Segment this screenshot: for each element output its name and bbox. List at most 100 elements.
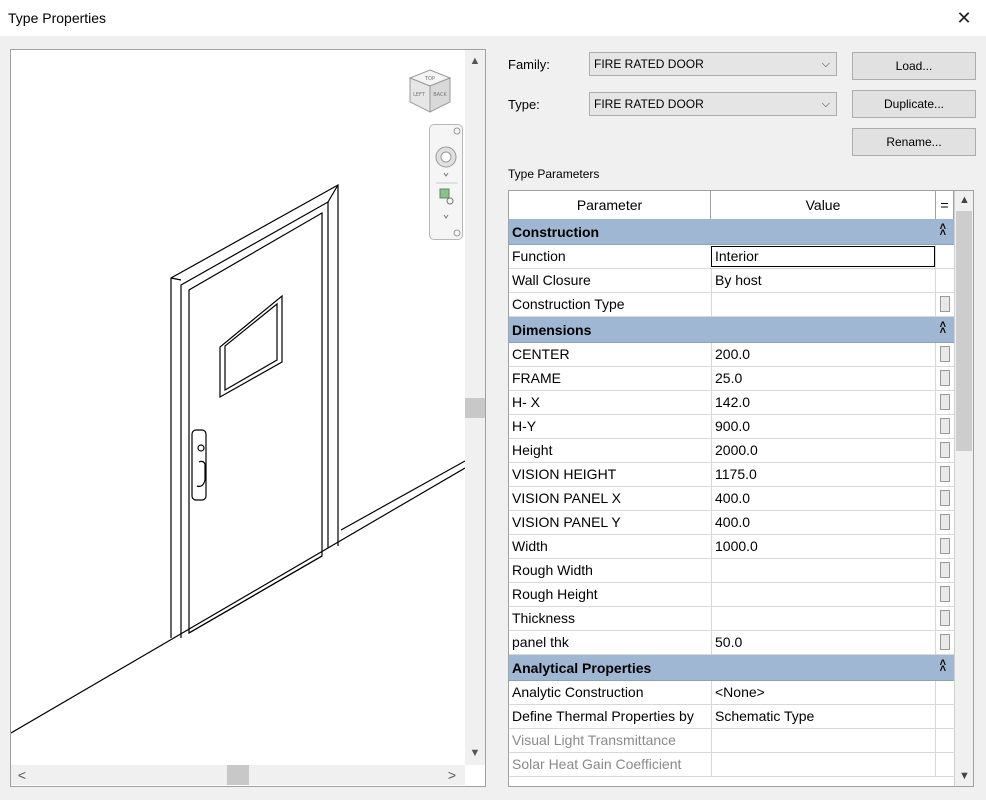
parameter-row[interactable]: Wall Closure By host <box>509 269 954 293</box>
formula-cell[interactable] <box>935 583 954 606</box>
navigation-bar[interactable] <box>429 124 463 240</box>
formula-cell[interactable] <box>935 511 954 534</box>
parameter-row[interactable]: FRAME 25.0 <box>509 367 954 391</box>
associate-parameter-button[interactable] <box>940 562 950 578</box>
parameter-value[interactable]: 1000.0 <box>711 535 935 558</box>
associate-parameter-button[interactable] <box>940 442 950 458</box>
parameter-value[interactable]: By host <box>711 269 935 292</box>
associate-parameter-button[interactable] <box>940 418 950 434</box>
parameter-row[interactable]: Analytic Construction <None> <box>509 681 954 705</box>
parameter-value[interactable]: Schematic Type <box>711 705 935 728</box>
formula-cell[interactable] <box>935 463 954 486</box>
parameter-value[interactable]: 400.0 <box>711 511 935 534</box>
preview-horizontal-scrollbar[interactable]: < > <box>11 765 465 785</box>
associate-parameter-button[interactable] <box>940 394 950 410</box>
group-header[interactable]: Analytical Properties ˄ ˄ <box>509 655 954 681</box>
parameter-value[interactable]: 900.0 <box>711 415 935 438</box>
formula-cell[interactable] <box>935 367 954 390</box>
parameter-row[interactable]: CENTER 200.0 <box>509 343 954 367</box>
parameter-value[interactable]: 200.0 <box>711 343 935 366</box>
type-parameters-grid[interactable]: Parameter Value = Construction ˄ ˄ Functio… <box>508 190 974 787</box>
close-icon[interactable]: ✕ <box>952 6 976 30</box>
parameter-value[interactable]: <None> <box>711 681 935 704</box>
parameter-value[interactable]: 400.0 <box>711 487 935 510</box>
associate-parameter-button[interactable] <box>940 610 950 626</box>
type-dropdown[interactable]: FIRE RATED DOOR ⌵ <box>589 92 837 116</box>
parameter-value[interactable]: 2000.0 <box>711 439 935 462</box>
formula-cell[interactable] <box>935 607 954 630</box>
group-header[interactable]: Construction ˄ ˄ <box>509 219 954 245</box>
preview-vertical-scrollbar[interactable]: ▲ ▼ <box>465 50 485 765</box>
associate-parameter-button[interactable] <box>940 370 950 386</box>
group-name: Construction <box>512 224 600 240</box>
parameter-name: Construction Type <box>512 296 625 312</box>
family-value: FIRE RATED DOOR <box>594 57 704 71</box>
parameter-row[interactable]: Solar Heat Gain Coefficient <box>509 753 954 777</box>
parameter-value[interactable]: 1175.0 <box>711 463 935 486</box>
parameter-row[interactable]: Rough Width <box>509 559 954 583</box>
family-dropdown[interactable]: FIRE RATED DOOR ⌵ <box>589 52 837 76</box>
formula-column-header[interactable]: = <box>936 191 954 219</box>
associate-parameter-button[interactable] <box>940 490 950 506</box>
formula-cell[interactable] <box>935 391 954 414</box>
load-button[interactable]: Load... <box>852 52 976 80</box>
parameter-value[interactable]: 50.0 <box>711 631 935 654</box>
scroll-right-icon[interactable]: > <box>443 765 461 785</box>
associate-parameter-button[interactable] <box>940 346 950 362</box>
parameter-row[interactable]: Function Interior <box>509 245 954 269</box>
parameter-value[interactable]: Interior <box>711 246 935 267</box>
parameter-value[interactable] <box>711 607 935 630</box>
formula-cell[interactable] <box>935 631 954 654</box>
formula-cell[interactable] <box>935 415 954 438</box>
formula-cell[interactable] <box>935 559 954 582</box>
formula-cell[interactable] <box>935 293 954 316</box>
parameter-column-header[interactable]: Parameter <box>509 191 711 219</box>
parameter-value[interactable]: 142.0 <box>711 391 935 414</box>
parameter-row[interactable]: Construction Type <box>509 293 954 317</box>
associate-parameter-button[interactable] <box>940 466 950 482</box>
formula-cell[interactable] <box>935 439 954 462</box>
parameter-row[interactable]: Rough Height <box>509 583 954 607</box>
parameter-row[interactable]: Thickness <box>509 607 954 631</box>
scroll-thumb[interactable] <box>227 765 249 785</box>
parameter-value[interactable] <box>711 293 935 316</box>
associate-parameter-button[interactable] <box>940 586 950 602</box>
associate-parameter-button[interactable] <box>940 296 950 312</box>
scroll-up-icon[interactable]: ▲ <box>955 191 973 209</box>
duplicate-button[interactable]: Duplicate... <box>852 90 976 118</box>
scroll-left-icon[interactable]: < <box>13 765 31 785</box>
parameter-row[interactable]: panel thk 50.0 <box>509 631 954 655</box>
collapse-chevron-icon[interactable]: ˄ ˄ <box>940 320 946 337</box>
scroll-down-icon[interactable]: ▼ <box>465 744 485 762</box>
rename-button[interactable]: Rename... <box>852 128 976 156</box>
formula-cell[interactable] <box>935 487 954 510</box>
parameter-row[interactable]: VISION PANEL X 400.0 <box>509 487 954 511</box>
formula-cell[interactable] <box>935 535 954 558</box>
parameter-row[interactable]: Height 2000.0 <box>509 439 954 463</box>
group-header[interactable]: Dimensions ˄ ˄ <box>509 317 954 343</box>
grid-vertical-scrollbar[interactable]: ▲ ▼ <box>954 191 973 786</box>
associate-parameter-button[interactable] <box>940 634 950 650</box>
parameter-row[interactable]: Visual Light Transmittance <box>509 729 954 753</box>
scroll-down-icon[interactable]: ▼ <box>955 767 973 785</box>
collapse-chevron-icon[interactable]: ˄ ˄ <box>940 658 946 675</box>
parameter-value[interactable] <box>711 583 935 606</box>
collapse-chevron-icon[interactable]: ˄ ˄ <box>940 222 946 239</box>
parameter-row[interactable]: VISION PANEL Y 400.0 <box>509 511 954 535</box>
scroll-thumb[interactable] <box>465 398 485 418</box>
value-column-header[interactable]: Value <box>711 191 936 219</box>
parameter-row[interactable]: Width 1000.0 <box>509 535 954 559</box>
scroll-thumb[interactable] <box>956 211 972 451</box>
associate-parameter-button[interactable] <box>940 514 950 530</box>
viewcube-icon[interactable]: TOP LEFT BACK <box>407 68 453 114</box>
parameter-row[interactable]: H-Y 900.0 <box>509 415 954 439</box>
parameter-row[interactable]: H- X 142.0 <box>509 391 954 415</box>
parameter-row[interactable]: VISION HEIGHT 1175.0 <box>509 463 954 487</box>
parameter-row[interactable]: Define Thermal Properties by Schematic Ty… <box>509 705 954 729</box>
associate-parameter-button[interactable] <box>940 538 950 554</box>
parameter-value[interactable] <box>711 559 935 582</box>
formula-cell[interactable] <box>935 343 954 366</box>
preview-pane[interactable]: TOP LEFT BACK ▲ ▼ < > <box>10 49 486 787</box>
scroll-up-icon[interactable]: ▲ <box>465 52 485 70</box>
parameter-value[interactable]: 25.0 <box>711 367 935 390</box>
